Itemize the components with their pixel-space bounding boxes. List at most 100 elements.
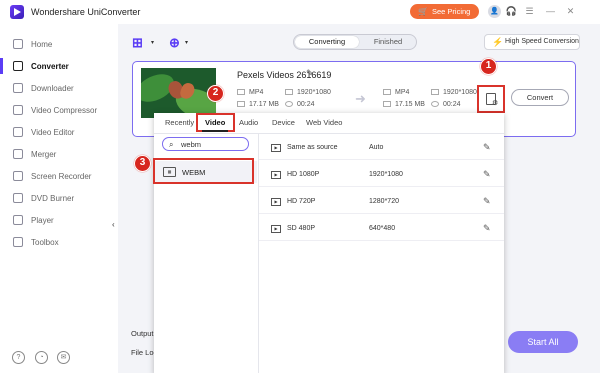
tab-finished[interactable]: Finished [360, 36, 416, 48]
app-title: Wondershare UniConverter [31, 7, 141, 17]
folder-icon [237, 101, 245, 108]
target-duration: 00:24 [431, 101, 461, 108]
preset-resolution: 640*480 [369, 225, 396, 232]
app-logo [10, 5, 24, 19]
minimize-icon[interactable]: — [544, 5, 557, 18]
add-file-icon[interactable]: ⊞ [132, 35, 143, 51]
bell-icon[interactable]: ◔ [35, 351, 48, 364]
format-popup: Recently Video Audio Device Web Video ⌕ … [153, 113, 504, 373]
step-badge-3: 3 [134, 155, 151, 172]
sidebar: Home Converter Downloader Video Compress… [0, 24, 120, 373]
avatar-icon[interactable]: 👤 [488, 5, 501, 18]
compress-icon [13, 105, 23, 115]
tab-recently[interactable]: Recently [165, 118, 194, 127]
sidebar-item-label: Player [31, 216, 54, 225]
video-icon: ▶ [271, 225, 281, 233]
status-tabs: Converting Finished [293, 34, 417, 50]
file-icon [383, 89, 391, 96]
output-settings-button[interactable]: ⚙ [477, 85, 505, 113]
target-format: MP4 [383, 89, 409, 96]
sidebar-item-screen-recorder[interactable]: Screen Recorder [0, 166, 118, 186]
cart-icon: 🛒 [418, 7, 428, 16]
video-icon: ▶ [271, 144, 281, 152]
step-badge-1: 1 [480, 58, 497, 75]
sidebar-item-label: Home [31, 40, 53, 49]
edit-icon[interactable]: ✎ [483, 196, 491, 207]
see-pricing-button[interactable]: 🛒 See Pricing [410, 4, 479, 19]
preset-row[interactable]: ▶ SD 480P 640*480 ✎ [259, 215, 504, 241]
tab-web-video[interactable]: Web Video [306, 118, 342, 127]
add-dvd-icon[interactable]: ⊕ [169, 35, 180, 51]
disc-icon [13, 193, 23, 203]
search-icon: ⌕ [169, 140, 174, 149]
preset-resolution: 1920*1080 [369, 171, 403, 178]
sidebar-item-home[interactable]: Home [0, 34, 118, 54]
tab-device[interactable]: Device [272, 118, 295, 127]
source-size: 17.17 MB [237, 101, 279, 108]
sidebar-item-label: Toolbox [31, 238, 59, 247]
tab-audio[interactable]: Audio [239, 118, 258, 127]
sidebar-item-label: DVD Burner [31, 194, 75, 203]
home-icon [13, 39, 23, 49]
sidebar-item-toolbox[interactable]: Toolbox [0, 232, 118, 252]
edit-icon[interactable]: ✎ [483, 142, 491, 153]
sidebar-item-merger[interactable]: Merger [0, 144, 118, 164]
webm-highlight [153, 158, 254, 184]
sidebar-item-video-editor[interactable]: Video Editor [0, 122, 118, 142]
gear-icon: ⚙ [492, 100, 499, 107]
clock-icon [431, 101, 439, 108]
preset-row[interactable]: ▶ HD 1080P 1920*1080 ✎ [259, 161, 504, 187]
edit-icon[interactable]: ✎ [483, 223, 491, 234]
preset-row[interactable]: ▶ HD 720P 1280*720 ✎ [259, 188, 504, 214]
file-icon [237, 89, 245, 96]
lightning-icon: ⚡ [492, 37, 504, 47]
grid-icon [13, 237, 23, 247]
source-resolution: 1920*1080 [285, 89, 331, 96]
title-bar: Wondershare UniConverter 🛒 See Pricing 👤… [0, 0, 600, 24]
edit-icon[interactable]: ✎ [483, 169, 491, 180]
sidebar-item-label: Converter [31, 62, 69, 71]
video-thumbnail[interactable] [141, 68, 216, 118]
see-pricing-label: See Pricing [432, 7, 471, 16]
sidebar-item-dvd-burner[interactable]: DVD Burner [0, 188, 118, 208]
file-name: Pexels Videos 2616619 [237, 70, 332, 80]
downloader-icon [13, 83, 23, 93]
record-icon [13, 171, 23, 181]
menu-icon[interactable]: ☰ [523, 5, 536, 18]
target-size: 17.15 MB [383, 101, 425, 108]
preset-name: HD 720P [287, 198, 316, 205]
close-icon[interactable]: ✕ [564, 5, 577, 18]
preset-name: HD 1080P [287, 171, 320, 178]
high-speed-conversion-button[interactable]: ⚡ High Speed Conversion [484, 34, 580, 50]
step-badge-2: 2 [207, 85, 224, 102]
sidebar-item-label: Merger [31, 150, 57, 159]
sidebar-item-label: Video Editor [31, 128, 75, 137]
video-icon: ▶ [271, 198, 281, 206]
target-resolution: 1920*1080 [431, 89, 477, 96]
help-icon[interactable]: ? [12, 351, 25, 364]
resolution-icon [285, 89, 293, 96]
chevron-down-icon[interactable]: ▾ [185, 39, 188, 46]
sidebar-item-player[interactable]: Player [0, 210, 118, 230]
output-label: Output [131, 329, 154, 338]
rename-icon[interactable]: ✎ [306, 68, 314, 79]
chevron-down-icon[interactable]: ▾ [151, 39, 154, 46]
tab-converting[interactable]: Converting [295, 36, 359, 48]
resolution-icon [431, 89, 439, 96]
start-all-button[interactable]: Start All [508, 331, 578, 353]
source-duration: 00:24 [285, 101, 315, 108]
clock-icon [285, 101, 293, 108]
preset-row[interactable]: ▶ Same as source Auto ✎ [259, 134, 504, 160]
folder-icon [383, 101, 391, 108]
sidebar-item-downloader[interactable]: Downloader [0, 78, 118, 98]
convert-button[interactable]: Convert [511, 89, 569, 106]
high-speed-label: High Speed Conversion [505, 38, 579, 45]
sidebar-item-converter[interactable]: Converter [0, 56, 118, 76]
search-value: webm [181, 140, 202, 149]
format-search-input[interactable]: ⌕ webm [162, 137, 249, 151]
scissors-icon [13, 127, 23, 137]
preset-name: SD 480P [287, 225, 316, 232]
sidebar-item-video-compressor[interactable]: Video Compressor [0, 100, 118, 120]
feedback-icon[interactable]: ✉ [57, 351, 70, 364]
headset-icon[interactable]: 🎧 [505, 5, 518, 18]
